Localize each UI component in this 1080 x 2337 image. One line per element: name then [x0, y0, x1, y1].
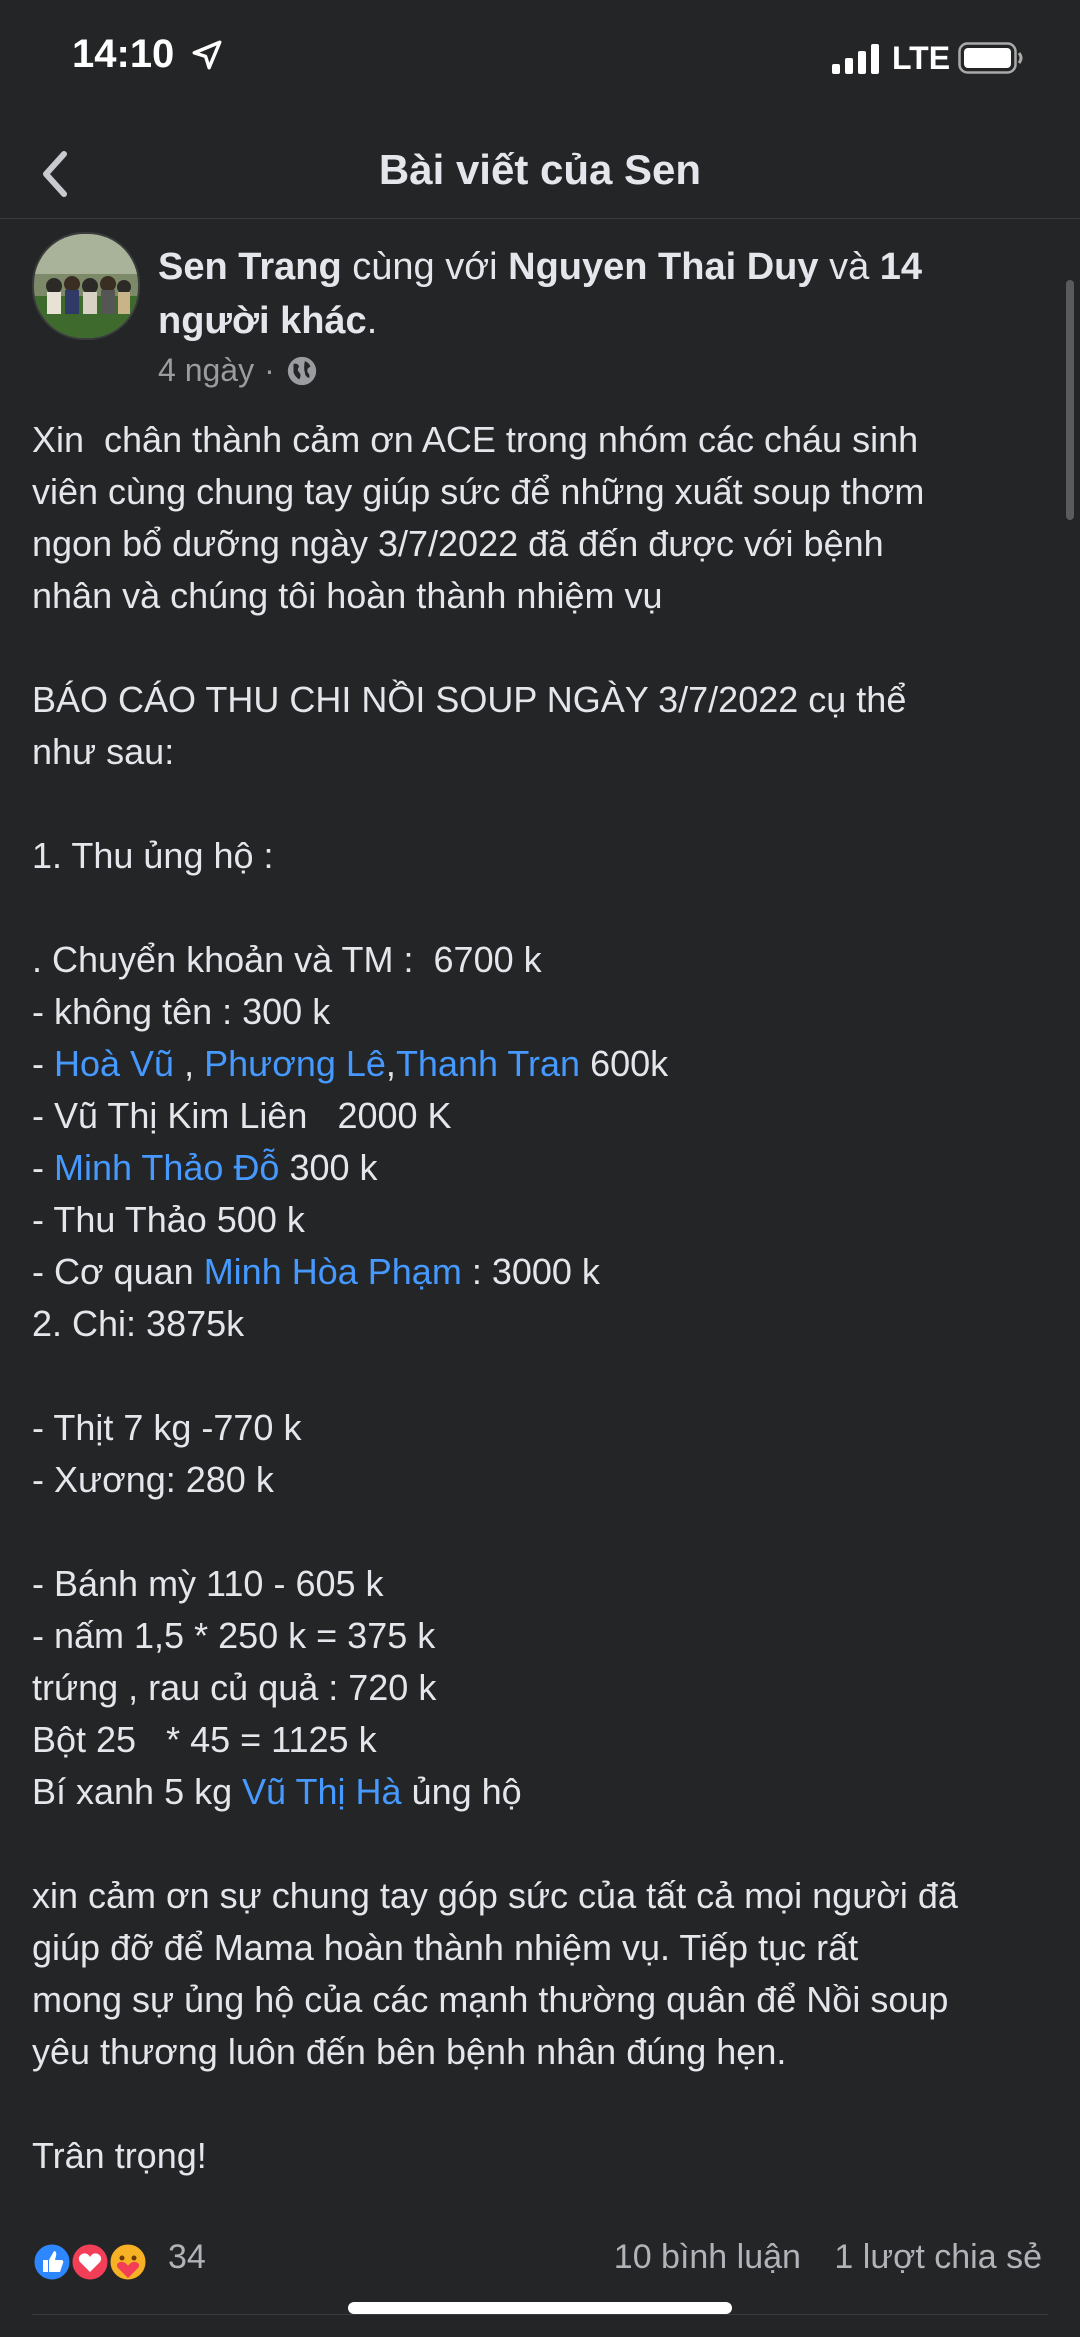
mention-link[interactable]: Minh Hòa Phạm [204, 1251, 462, 1292]
like-icon [32, 2241, 73, 2283]
post-line: - Thu Thảo 500 k [32, 1199, 305, 1240]
post-line: 1. Thu ủng hộ : [32, 835, 274, 876]
post-line [32, 1506, 1050, 1558]
line-text: , [385, 1043, 396, 1084]
mention-link[interactable]: Vũ Thị Hà [242, 1771, 401, 1812]
love-icon [69, 2241, 111, 2283]
tagged-user[interactable]: Nguyen Thai Duy [508, 246, 818, 288]
line-text: , [174, 1043, 205, 1084]
mention-link[interactable]: Hoà Vũ [54, 1043, 174, 1084]
period: . [366, 300, 378, 342]
meta-dot: · [264, 352, 275, 388]
post-line: - không tên : 300 k [32, 991, 331, 1032]
mention-link[interactable]: Phương Lê [204, 1043, 386, 1084]
post-line: - Thịt 7 kg -770 k [32, 1407, 302, 1448]
post-line: BÁO CÁO THU CHI NỒI SOUP NGÀY 3/7/2022 c… [32, 679, 907, 720]
shares-count[interactable]: 1 lượt chia sẻ [834, 2238, 1042, 2276]
reactions-icons[interactable] [32, 2238, 162, 2286]
line-text: - Cơ quan [32, 1251, 204, 1292]
post-stats: 10 bình luận 1 lượt chia sẻ [590, 2238, 1042, 2277]
post-line: . Chuyển khoản và TM : 6700 k [32, 939, 542, 980]
post-line [32, 622, 1050, 674]
location-arrow-icon [192, 40, 222, 70]
post-author-line: Sen Trang cùng với Nguyen Thai Duy và 14… [158, 240, 1040, 348]
line-text: Bí xanh 5 kg [32, 1771, 243, 1812]
avatar-image [34, 234, 138, 338]
divider [32, 2314, 1048, 2315]
post-meta: 4 ngày · [158, 352, 319, 389]
and-text: và [818, 246, 880, 288]
post-line: Bí xanh 5 kg Vũ Thị Hà ủng hộ [32, 1766, 1050, 1818]
navigation-bar: Bài viết của Sen [0, 130, 1080, 219]
battery-icon [958, 42, 1023, 74]
post-line: trứng , rau củ quả : 720 k [32, 1667, 437, 1708]
post-line: viên cùng chung tay giúp sức để những xu… [32, 471, 925, 512]
post-line [32, 1350, 1050, 1402]
post-body: Xin chân thành cảm ơn ACE trong nhóm các… [32, 414, 1050, 2182]
avatar[interactable] [32, 232, 140, 340]
post-line: Xin chân thành cảm ơn ACE trong nhóm các… [32, 419, 919, 460]
line-text: 300 k [279, 1147, 378, 1188]
with-text: cùng với [341, 246, 509, 288]
post-line [32, 2078, 1050, 2130]
line-text: ủng hộ [401, 1771, 522, 1812]
post-line: mong sự ủng hộ của các mạnh thường quân … [32, 1979, 949, 2020]
status-time: 14:10 [72, 32, 175, 76]
post-line: Trân trọng! [32, 2135, 207, 2176]
post-line: - Minh Thảo Đỗ 300 k [32, 1142, 1050, 1194]
care-icon [107, 2241, 149, 2283]
status-bar: 14:10 LTE [0, 0, 1080, 120]
post-line: yêu thương luôn đến bên bệnh nhân đúng h… [32, 2031, 787, 2072]
post-line: - nấm 1,5 * 250 k = 375 k [32, 1615, 436, 1656]
globe-icon [287, 356, 316, 385]
post-line: 2. Chi: 3875k [32, 1303, 245, 1344]
post-line: - Vũ Thị Kim Liên 2000 K [32, 1095, 452, 1136]
post-line [32, 778, 1050, 830]
post-line: giúp đỡ để Mama hoàn thành nhiệm vụ. Tiế… [32, 1927, 859, 1968]
home-indicator[interactable] [348, 2302, 732, 2314]
post-line: - Xương: 280 k [32, 1459, 274, 1500]
line-text: 600k [580, 1043, 669, 1084]
post-line: - Bánh mỳ 110 - 605 k [32, 1563, 384, 1604]
scrollbar[interactable] [1066, 280, 1074, 520]
line-text: - [32, 1147, 54, 1188]
post-header: Sen Trang cùng với Nguyen Thai Duy và 14… [32, 232, 1040, 392]
post-line: nhân và chúng tôi hoàn thành nhiệm vụ [32, 575, 663, 616]
post-line [32, 882, 1050, 934]
mention-link[interactable]: Thanh Tran [396, 1043, 580, 1084]
page-title: Bài viết của Sen [378, 146, 702, 193]
line-text: - [32, 1043, 54, 1084]
network-label: LTE [892, 40, 951, 76]
post-line: - Hoà Vũ , Phương Lê,Thanh Tran 600k [32, 1038, 1050, 1090]
line-text: : 3000 k [461, 1251, 600, 1292]
author-name[interactable]: Sen Trang [158, 246, 342, 288]
signal-icon [832, 44, 879, 74]
post-line [32, 1818, 1050, 1870]
mention-link[interactable]: Minh Thảo Đỗ [54, 1147, 279, 1188]
reaction-count[interactable]: 34 [168, 2238, 206, 2277]
post-line: như sau: [32, 731, 175, 772]
comments-count[interactable]: 10 bình luận [614, 2238, 801, 2276]
post-time[interactable]: 4 ngày [158, 352, 254, 389]
post-line: - Cơ quan Minh Hòa Phạm : 3000 k [32, 1246, 1050, 1298]
post-line: xin cảm ơn sự chung tay góp sức của tất … [32, 1875, 958, 1916]
post-footer: 34 10 bình luận 1 lượt chia sẻ [32, 2232, 1050, 2292]
post-line: ngon bổ dưỡng ngày 3/7/2022 đã đến được … [32, 523, 884, 564]
post-line: Bột 25 * 45 = 1125 k [32, 1719, 377, 1760]
